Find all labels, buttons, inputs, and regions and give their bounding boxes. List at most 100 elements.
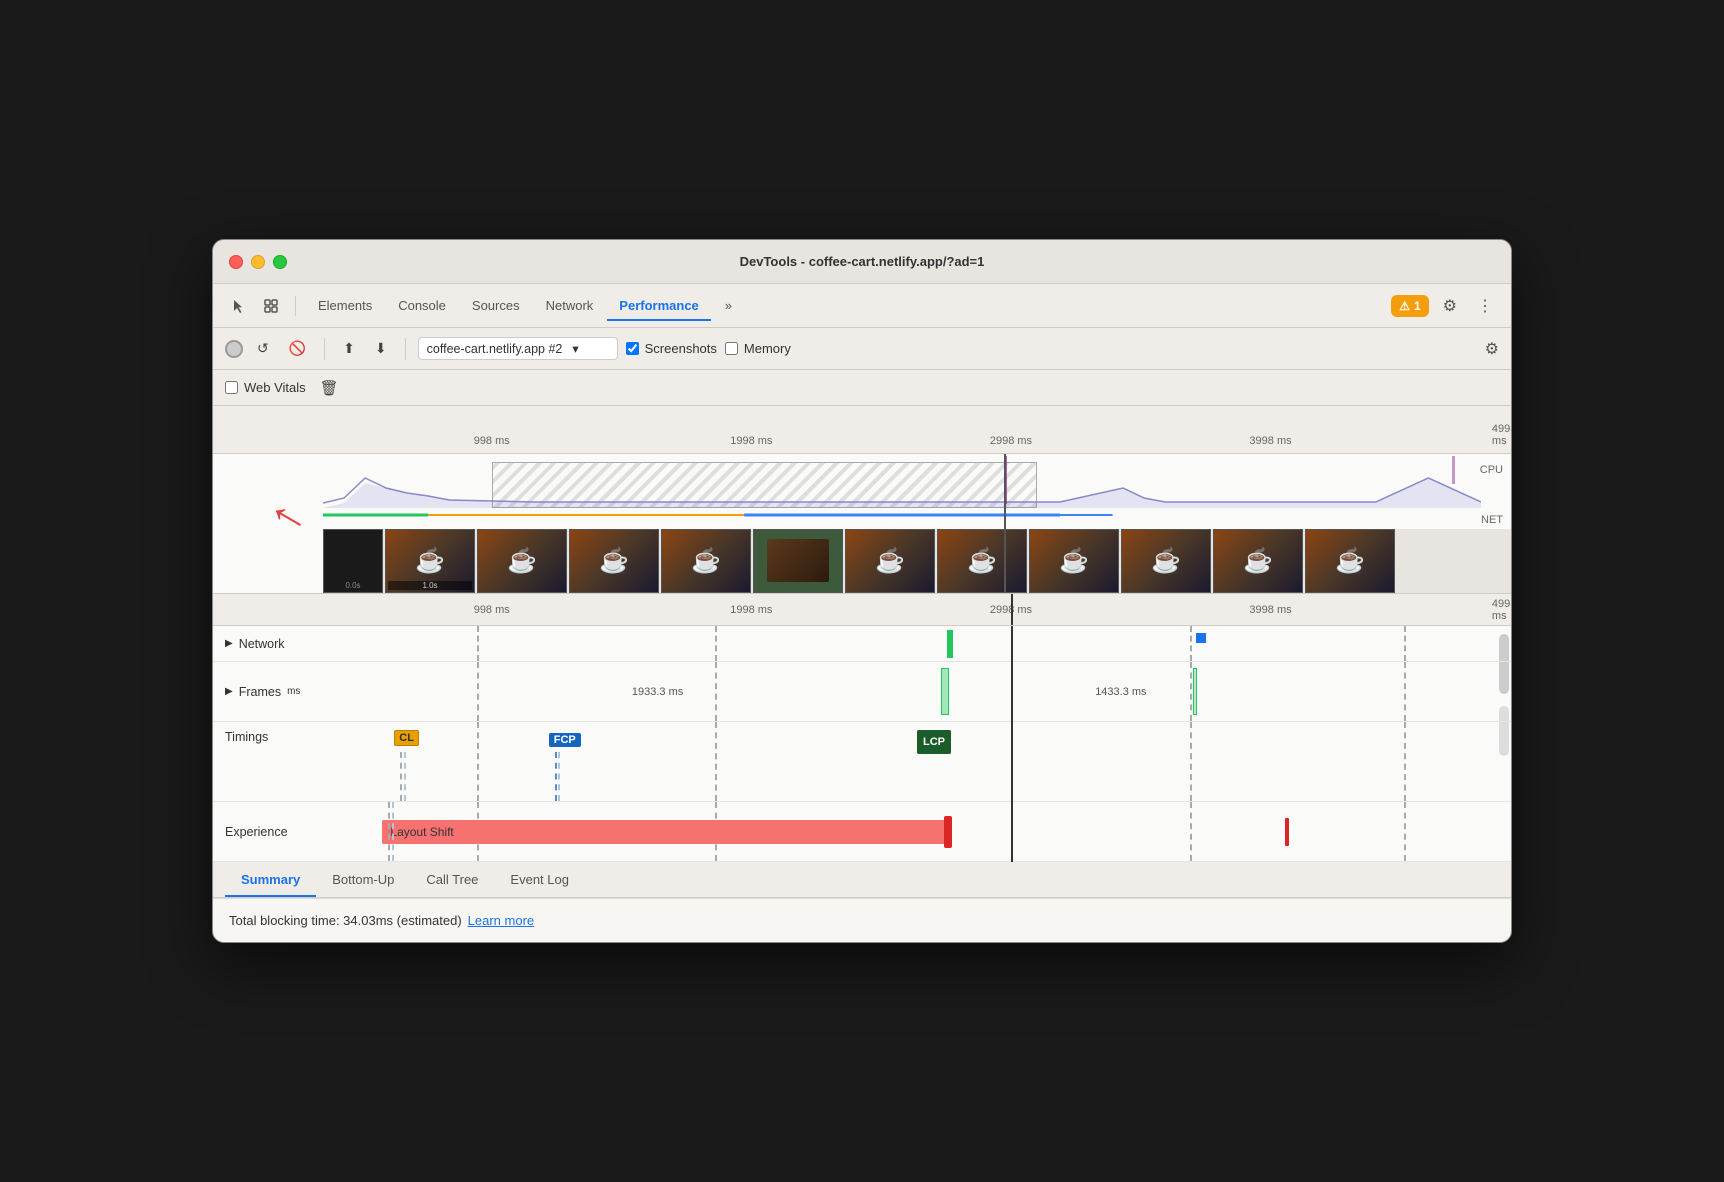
net-chart-svg [323, 508, 1481, 522]
layout-shift-bar: Layout Shift [382, 820, 946, 844]
experience-label: Experience [213, 825, 323, 839]
tab-network[interactable]: Network [534, 292, 606, 319]
timeline-ruler-top: 998 ms 1998 ms 2998 ms 3998 ms 4998 ms [213, 406, 1511, 454]
exp-dashed2 [392, 802, 394, 861]
webvitals-checkbox[interactable] [225, 381, 238, 394]
dv1 [477, 626, 479, 661]
tick-3998: 3998 ms [1249, 435, 1291, 447]
tick-998: 998 ms [474, 435, 510, 447]
reload-button[interactable]: ↺ [251, 336, 275, 361]
tdv3 [1190, 722, 1192, 801]
url-selector[interactable]: coffee-cart.netlify.app #2 ▾ [418, 337, 618, 360]
thumb-loaded [767, 539, 829, 582]
thumb-coffee-11 [1306, 530, 1394, 592]
expand-icon-network[interactable]: ▶ [225, 638, 233, 649]
minimize-button[interactable] [251, 255, 265, 269]
overview-section: 998 ms 1998 ms 2998 ms 3998 ms 4998 ms C… [213, 406, 1511, 594]
warning-icon: ⚠ [1399, 299, 1410, 313]
thumb-coffee-3 [570, 530, 658, 592]
tab-sources[interactable]: Sources [460, 292, 532, 319]
webvitals-toolbar: Web Vitals 🗑 [213, 370, 1511, 406]
settings-button[interactable]: ⚙ [1437, 292, 1463, 320]
thumb-coffee-9 [1122, 530, 1210, 592]
experience-content: Layout Shift [323, 802, 1511, 861]
net-chart [323, 508, 1481, 522]
frame-marker [941, 668, 949, 715]
network-label-text: Network [239, 637, 285, 651]
maximize-button[interactable] [273, 255, 287, 269]
record-button[interactable] [225, 340, 243, 358]
screenshots-checkbox[interactable] [626, 342, 639, 355]
tab-event-log[interactable]: Event Log [494, 862, 585, 897]
cursor-icon [231, 298, 247, 314]
thumb-3 [569, 529, 659, 593]
badge-count: 1 [1414, 299, 1421, 313]
cl-dashed2 [404, 752, 406, 801]
cpu-chart [323, 458, 1481, 508]
download-button[interactable]: ⬇ [369, 336, 393, 361]
exp-red-tick [1285, 818, 1289, 846]
tab-elements[interactable]: Elements [306, 292, 384, 319]
timings-label: Timings [213, 722, 323, 744]
dv2 [715, 626, 717, 661]
badge-button[interactable]: ⚠ 1 [1391, 295, 1428, 317]
timings-content: CL FCP LCP [323, 722, 1511, 801]
learn-more-link[interactable]: Learn more [468, 913, 534, 928]
webvitals-checkbox-label[interactable]: Web Vitals [225, 380, 306, 395]
edv4 [1404, 802, 1406, 861]
experience-track: Experience Layout Shift [213, 802, 1511, 862]
tick-4998: 4998 ms [1492, 423, 1512, 447]
window-title: DevTools - coffee-cart.netlify.app/?ad=1 [740, 254, 985, 269]
tab-call-tree[interactable]: Call Tree [410, 862, 494, 897]
thumb-0: 0.0s [323, 529, 383, 593]
sep2 [324, 338, 325, 360]
thumb-10 [1213, 529, 1303, 593]
perf-settings-button[interactable]: ⚙ [1485, 339, 1499, 359]
cpu-label: CPU [1480, 464, 1503, 476]
edv3 [1190, 802, 1192, 861]
delete-webvitals-button[interactable]: 🗑 [314, 375, 345, 401]
thumb-coffee-6 [846, 530, 934, 592]
ruler2-cursor [1011, 594, 1013, 625]
clear-button[interactable]: 🚫 [283, 336, 312, 361]
thumb-1: 1.0s [385, 529, 475, 593]
frames-ms: ms [287, 686, 300, 697]
status-bar: Total blocking time: 34.03ms (estimated)… [213, 898, 1511, 942]
fcp-marker: FCP [549, 730, 581, 748]
more-button[interactable]: ⋮ [1471, 292, 1499, 320]
sep3 [405, 338, 406, 360]
tab-more[interactable]: » [713, 292, 744, 319]
thumb-4 [661, 529, 751, 593]
thumb-coffee-4 [662, 530, 750, 592]
screenshots-strip: 0.0s 1.0s [323, 529, 1511, 593]
cursor-tool-button[interactable] [225, 294, 253, 318]
network-label: ▶ Network [213, 637, 323, 651]
main-toolbar: Elements Console Sources Network Perform… [213, 284, 1511, 328]
thumb-coffee-10 [1214, 530, 1302, 592]
upload-button[interactable]: ⬆ [337, 336, 361, 361]
network-track: ▶ Network [213, 626, 1511, 662]
inspect-button[interactable] [257, 294, 285, 318]
fcp-badge: FCP [549, 733, 581, 747]
network-blue [1196, 633, 1206, 643]
net-label: NET [1481, 514, 1503, 526]
tab-console[interactable]: Console [386, 292, 458, 319]
tab-performance[interactable]: Performance [607, 292, 710, 319]
close-button[interactable] [229, 255, 243, 269]
screenshots-checkbox-label[interactable]: Screenshots [626, 341, 717, 356]
memory-checkbox-label[interactable]: Memory [725, 341, 791, 356]
devtools-window: DevTools - coffee-cart.netlify.app/?ad=1… [212, 239, 1512, 943]
tab-summary[interactable]: Summary [225, 862, 316, 897]
memory-checkbox[interactable] [725, 342, 738, 355]
fdv1 [477, 662, 479, 721]
tab-bottom-up[interactable]: Bottom-Up [316, 862, 410, 897]
fdv4 [1404, 662, 1406, 721]
fcp-dashed2 [558, 752, 560, 801]
tick2-998: 998 ms [474, 604, 510, 616]
memory-label: Memory [744, 341, 791, 356]
expand-icon-frames[interactable]: ▶ [225, 686, 233, 697]
layout-shift-end [944, 816, 952, 848]
frame-marker2 [1193, 668, 1197, 715]
lcp-spike2 [1452, 456, 1455, 484]
tick2-1998: 1998 ms [730, 604, 772, 616]
